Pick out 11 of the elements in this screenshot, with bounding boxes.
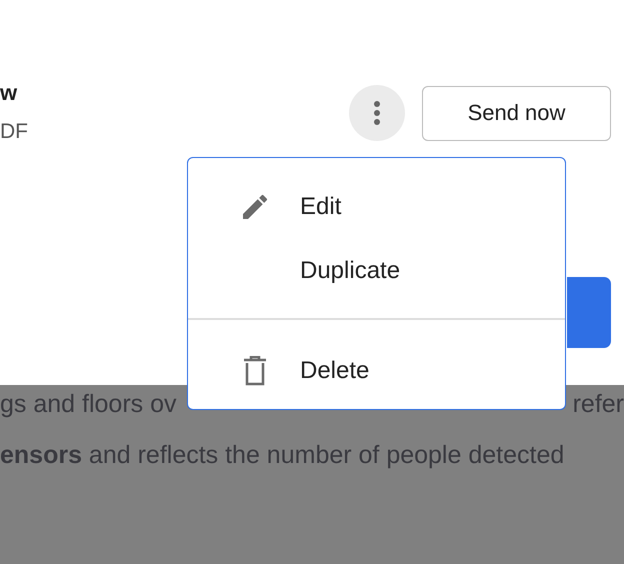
description-text: refer <box>572 390 624 419</box>
menu-item[interactable]: Delete <box>188 339 565 403</box>
send-now-button[interactable]: Send now <box>422 86 611 140</box>
menu-item[interactable]: Edit <box>188 175 565 239</box>
description-text: ensors and reflects the number of people detected <box>0 441 564 470</box>
item-title: w <box>0 80 18 106</box>
description-text: gs and floors ov <box>0 390 176 419</box>
item-subtitle: DF <box>0 120 28 144</box>
trash-icon <box>243 356 267 386</box>
menu-item[interactable]: Duplicate <box>188 239 565 303</box>
more-icon <box>373 100 381 126</box>
